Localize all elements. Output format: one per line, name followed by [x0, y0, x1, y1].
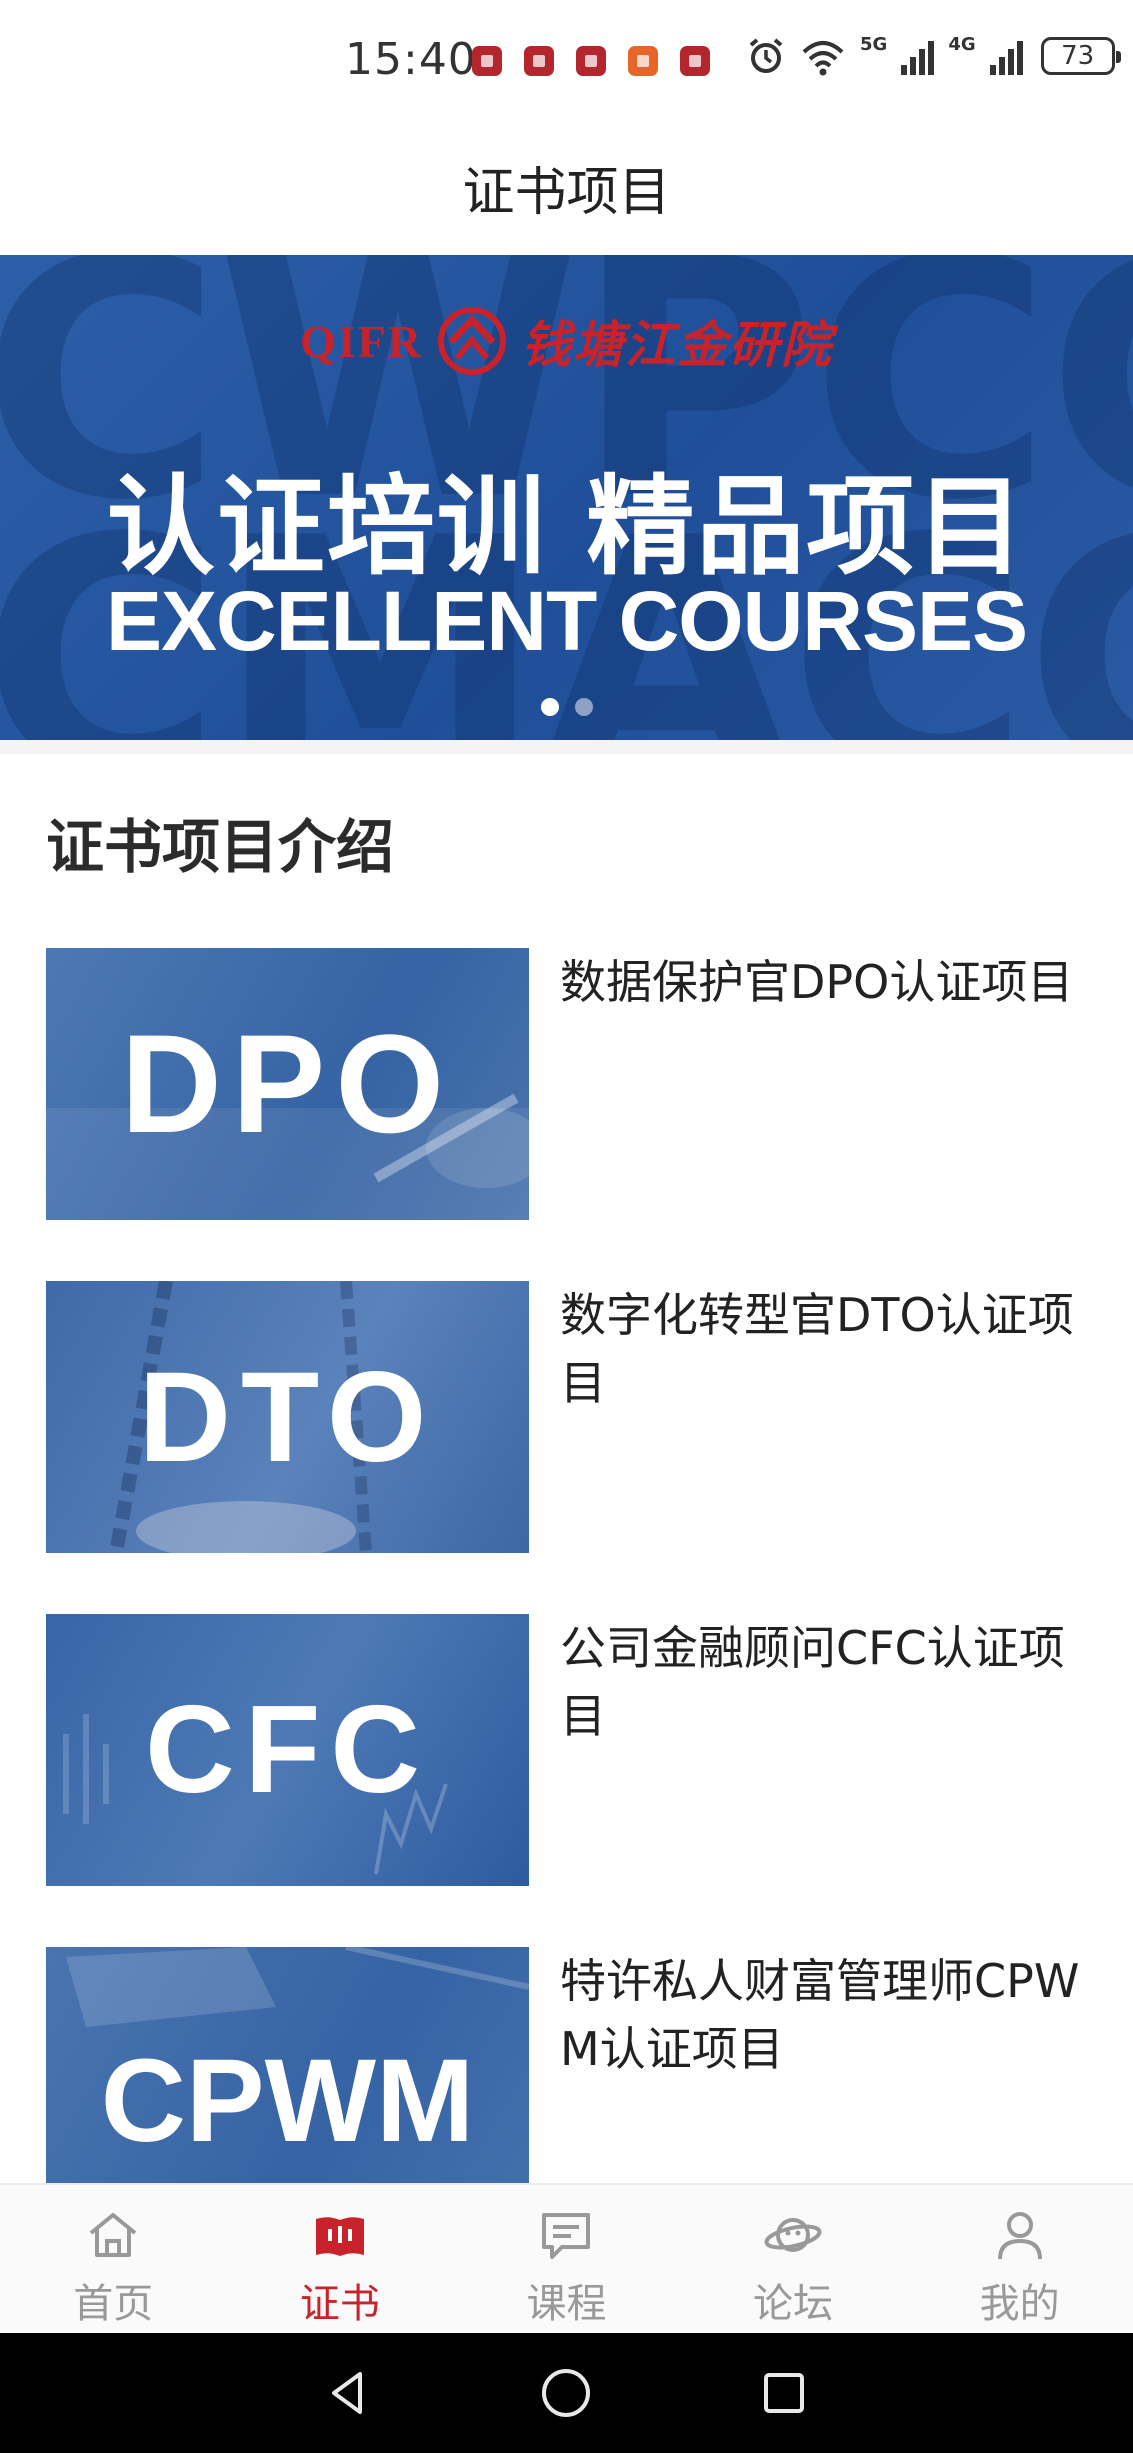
bottom-tab-bar: 首页 证书 课程 论坛 我的 [0, 2183, 1133, 2333]
status-bar: 15:40 5G 4G 73 [0, 0, 1133, 120]
course-item-dto[interactable]: DTO 数字化转型官DTO认证项目 [0, 1281, 1133, 1553]
course-thumbnail[interactable]: DTO [46, 1281, 529, 1553]
course-message-icon [542, 2213, 591, 2259]
notification-icons [472, 46, 710, 76]
tab-label: 证书 [299, 2281, 380, 2327]
profile-person-icon [997, 2212, 1042, 2260]
back-icon [331, 2372, 362, 2414]
nav-back-button[interactable] [319, 2363, 379, 2423]
thumbnail-text: CFC [145, 1681, 430, 1819]
tab-home[interactable]: 首页 [0, 2185, 227, 2333]
tab-certificate[interactable]: 证书 [227, 2185, 454, 2333]
home-icon [90, 2213, 137, 2257]
certificate-book-icon [315, 2217, 364, 2256]
thumbnail-text: DTO [138, 1345, 437, 1489]
course-item-cpwm[interactable]: CPWM 特许私人财富管理师CPWM认证项目 [0, 1947, 1133, 2183]
banner-carousel[interactable]: CWPCCM CMACC QIFR 钱塘江金研院 认证培训 精品项目 EXCEL… [0, 255, 1133, 740]
course-thumbnail[interactable]: CFC [46, 1614, 529, 1886]
logo-chinese-text: 钱塘江金研院 [521, 315, 833, 374]
network-5g-label: 5G [860, 33, 888, 55]
course-name[interactable]: 公司金融顾问CFC认证项目 [560, 1614, 1080, 1750]
wifi-icon [802, 41, 844, 76]
battery-level: 73 [1061, 41, 1095, 71]
course-name[interactable]: 特许私人财富管理师CPWM认证项目 [560, 1947, 1080, 2083]
tab-profile[interactable]: 我的 [906, 2185, 1133, 2333]
system-navigation-bar [0, 2333, 1133, 2453]
page-title: 证书项目 [462, 163, 671, 223]
carousel-dot[interactable] [574, 698, 593, 716]
thumbnail-text: CPWM [100, 2035, 475, 2167]
section-divider [0, 740, 1133, 754]
tab-label: 课程 [526, 2281, 607, 2327]
logo-emblem-icon [438, 307, 506, 375]
tab-courses[interactable]: 课程 [453, 2185, 680, 2333]
banner-title-en: EXCELLENT COURSES [105, 574, 1028, 668]
course-name[interactable]: 数字化转型官DTO认证项目 [560, 1281, 1080, 1417]
system-icons: 5G 4G 73 [746, 33, 1121, 76]
section-title: 证书项目介绍 [46, 813, 395, 881]
app-notification-icon [576, 46, 606, 76]
banner-logo: QIFR 钱塘江金研院 [0, 305, 1133, 377]
course-name[interactable]: 数据保护官DPO认证项目 [560, 948, 1080, 1016]
tab-label: 我的 [979, 2281, 1060, 2327]
recents-square-icon [764, 2373, 805, 2413]
app-notification-icon [680, 46, 710, 76]
status-time: 15:40 [345, 34, 477, 85]
forum-planet-icon [764, 2218, 822, 2252]
tab-forum[interactable]: 论坛 [680, 2185, 907, 2333]
carousel-indicator [0, 698, 1133, 716]
network-4g-label: 4G [948, 33, 976, 55]
thumbnail-text: DPO [120, 1005, 455, 1162]
battery-icon: 73 [1040, 37, 1121, 75]
home-circle-icon [542, 2369, 591, 2417]
page-header: 证书项目 [0, 120, 1133, 255]
course-item-dpo[interactable]: DPO 数据保护官DPO认证项目 [0, 948, 1133, 1220]
logo-latin-text: QIFR [300, 315, 423, 367]
signal-5g-icon [901, 37, 935, 75]
signal-4g-icon [989, 37, 1023, 75]
nav-recents-button[interactable] [754, 2363, 814, 2423]
course-item-cfc[interactable]: CFC 公司金融顾问CFC认证项目 [0, 1614, 1133, 1886]
app-notification-icon [628, 46, 658, 76]
alarm-icon [749, 38, 783, 73]
tab-label: 论坛 [753, 2281, 834, 2327]
app-notification-icon [524, 46, 554, 76]
carousel-dot-active[interactable] [540, 698, 559, 716]
course-thumbnail[interactable]: DPO [46, 948, 529, 1220]
nav-home-button[interactable] [536, 2363, 596, 2423]
app-notification-icon [472, 46, 502, 76]
course-thumbnail[interactable]: CPWM [46, 1947, 529, 2183]
tab-label: 首页 [73, 2281, 154, 2327]
